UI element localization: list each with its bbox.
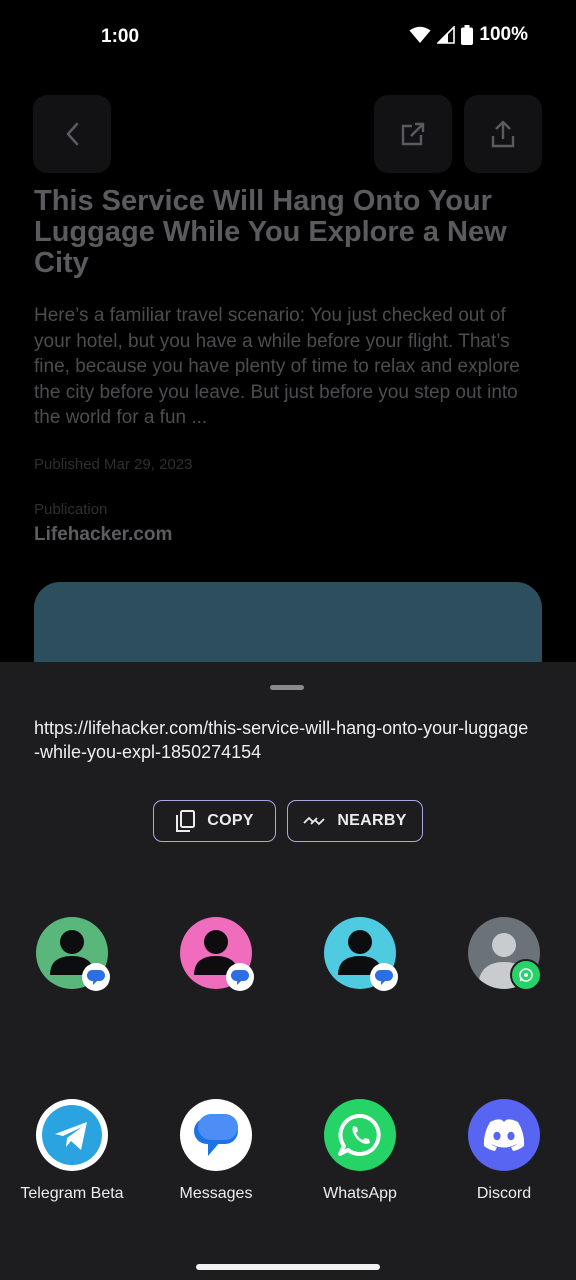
contact-target-4[interactable]	[468, 917, 542, 991]
app-target-telegram-beta[interactable]: Telegram Beta	[7, 1099, 137, 1203]
contact-target-2[interactable]	[180, 917, 254, 991]
telegram-beta-icon	[36, 1099, 108, 1171]
messages-badge-icon	[82, 963, 110, 991]
publication-label: Publication	[34, 501, 108, 518]
app-target-discord[interactable]: Discord	[439, 1099, 569, 1203]
open-external-button[interactable]	[374, 95, 452, 173]
copy-icon	[176, 810, 196, 832]
messages-badge-icon	[370, 963, 398, 991]
app-label: Messages	[179, 1185, 253, 1202]
discord-icon	[468, 1099, 540, 1171]
article-description: Here’s a familiar travel scenario: You j…	[34, 305, 520, 428]
open-external-icon	[401, 122, 425, 146]
back-button[interactable]	[33, 95, 111, 173]
share-button[interactable]	[464, 95, 542, 173]
copy-label: COPY	[207, 812, 254, 829]
whatsapp-icon	[324, 1099, 396, 1171]
whatsapp-badge-icon	[510, 959, 542, 991]
nearby-share-icon	[303, 817, 325, 825]
drag-handle[interactable]	[270, 685, 304, 690]
copy-button[interactable]: COPY	[153, 800, 276, 842]
published-date: Published Mar 29, 2023	[34, 456, 193, 473]
app-label: Discord	[476, 1185, 532, 1202]
nearby-label: NEARBY	[337, 812, 407, 829]
app-target-whatsapp[interactable]: WhatsApp	[295, 1099, 425, 1203]
gesture-nav-bar[interactable]	[196, 1264, 380, 1270]
app-label: WhatsApp	[323, 1185, 397, 1202]
messages-icon	[180, 1099, 252, 1171]
share-sheet: https://lifehacker.com/this-service-will…	[0, 662, 576, 1280]
share-icon	[491, 120, 515, 148]
share-url: https://lifehacker.com/this-service-will…	[34, 718, 529, 762]
app-target-messages[interactable]: Messages	[151, 1099, 281, 1203]
contact-target-1[interactable]	[36, 917, 110, 991]
messages-badge-icon	[226, 963, 254, 991]
publication-name: Lifehacker.com	[34, 524, 173, 545]
contact-target-3[interactable]	[324, 917, 398, 991]
chevron-left-icon	[66, 122, 79, 146]
app-label: Telegram Beta	[20, 1185, 124, 1202]
nearby-button[interactable]: NEARBY	[287, 800, 423, 842]
article-title: This Service Will Hang Onto Your Luggage…	[34, 185, 507, 279]
